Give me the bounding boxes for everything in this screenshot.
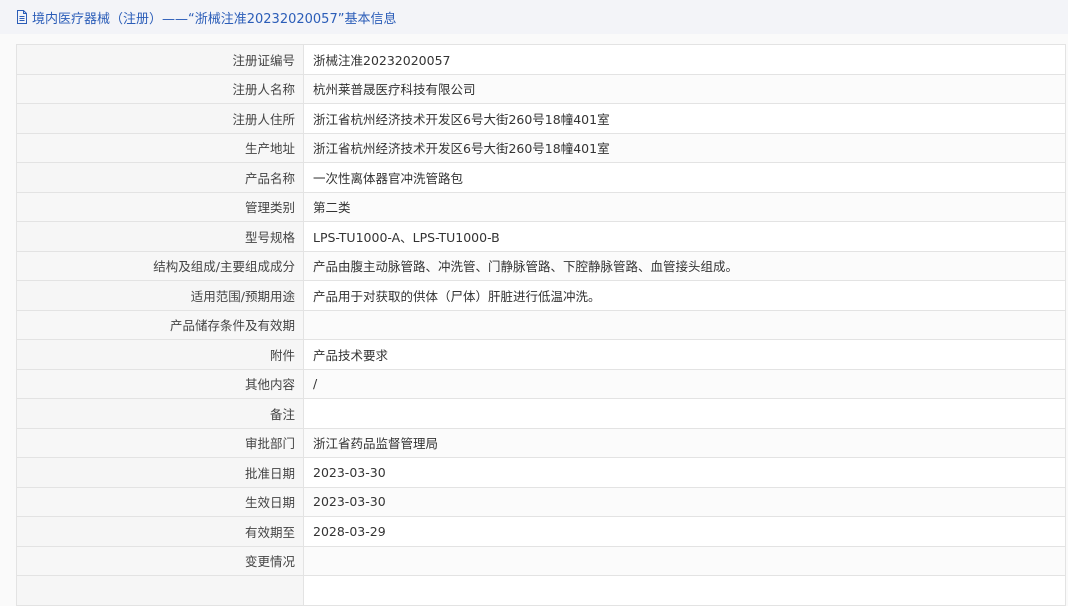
field-label: 注册人名称 — [16, 73, 304, 104]
field-value: 浙江省杭州经济技术开发区6号大街260号18幢401室 — [303, 132, 1066, 163]
field-label: 型号规格 — [16, 221, 304, 252]
field-value: 一次性离体器官冲洗管路包 — [303, 162, 1066, 193]
table-row: 生效日期 2023-03-30 — [16, 486, 1066, 517]
field-value: 产品用于对获取的供体（尸体）肝脏进行低温冲洗。 — [303, 280, 1066, 311]
table-row: 生产地址 浙江省杭州经济技术开发区6号大街260号18幢401室 — [16, 132, 1066, 163]
field-value: 杭州莱普晟医疗科技有限公司 — [303, 73, 1066, 104]
table-row: 注册人住所 浙江省杭州经济技术开发区6号大街260号18幢401室 — [16, 103, 1066, 134]
table-row: 型号规格 LPS-TU1000-A、LPS-TU1000-B — [16, 221, 1066, 252]
field-label: 生产地址 — [16, 132, 304, 163]
field-value — [303, 575, 1066, 606]
field-label: 管理类别 — [16, 191, 304, 222]
field-value — [303, 398, 1066, 429]
field-label — [16, 575, 304, 606]
table-row: 备注 — [16, 398, 1066, 429]
field-value: 2023-03-30 — [303, 486, 1066, 517]
field-label: 有效期至 — [16, 516, 304, 547]
table-row: 审批部门 浙江省药品监督管理局 — [16, 427, 1066, 458]
table-row: 有效期至 2028-03-29 — [16, 516, 1066, 547]
field-label: 审批部门 — [16, 427, 304, 458]
field-label: 注册证编号 — [16, 44, 304, 75]
table-row: 附件 产品技术要求 — [16, 339, 1066, 370]
field-label: 生效日期 — [16, 486, 304, 517]
table-row: 变更情况 — [16, 545, 1066, 576]
field-label: 产品储存条件及有效期 — [16, 309, 304, 340]
field-label: 注册人住所 — [16, 103, 304, 134]
table-row: 其他内容 / — [16, 368, 1066, 399]
field-label: 附件 — [16, 339, 304, 370]
field-value: LPS-TU1000-A、LPS-TU1000-B — [303, 221, 1066, 252]
page-title: 境内医疗器械（注册）——“浙械注准20232020057”基本信息 — [32, 11, 397, 27]
table-row: 批准日期 2023-03-30 — [16, 457, 1066, 488]
field-value: / — [303, 368, 1066, 399]
field-value: 浙江省杭州经济技术开发区6号大街260号18幢401室 — [303, 103, 1066, 134]
field-label: 其他内容 — [16, 368, 304, 399]
table-row: 注册证编号 浙械注准20232020057 — [16, 44, 1066, 75]
table-row: 结构及组成/主要组成成分 产品由腹主动脉管路、冲洗管、门静脉管路、下腔静脉管路、血… — [16, 250, 1066, 281]
page-header: 境内医疗器械（注册）——“浙械注准20232020057”基本信息 — [0, 0, 1068, 34]
table-row: 管理类别 第二类 — [16, 191, 1066, 222]
info-table: 注册证编号 浙械注准20232020057 注册人名称 杭州莱普晟医疗科技有限公司 注册… — [16, 44, 1066, 606]
table-row: 注册人名称 杭州莱普晟医疗科技有限公司 — [16, 73, 1066, 104]
field-value — [303, 309, 1066, 340]
field-value: 浙械注准20232020057 — [303, 44, 1066, 75]
table-row: 产品名称 一次性离体器官冲洗管路包 — [16, 162, 1066, 193]
info-panel: 注册证编号 浙械注准20232020057 注册人名称 杭州莱普晟医疗科技有限公司 注册… — [0, 34, 1068, 606]
field-value: 第二类 — [303, 191, 1066, 222]
table-row: 产品储存条件及有效期 — [16, 309, 1066, 340]
field-label: 变更情况 — [16, 545, 304, 576]
document-icon — [16, 10, 28, 24]
table-row — [16, 575, 1066, 606]
field-value: 2028-03-29 — [303, 516, 1066, 547]
field-value: 产品技术要求 — [303, 339, 1066, 370]
field-value — [303, 545, 1066, 576]
field-value: 浙江省药品监督管理局 — [303, 427, 1066, 458]
field-value: 产品由腹主动脉管路、冲洗管、门静脉管路、下腔静脉管路、血管接头组成。 — [303, 250, 1066, 281]
field-label: 结构及组成/主要组成成分 — [16, 250, 304, 281]
table-row: 适用范围/预期用途 产品用于对获取的供体（尸体）肝脏进行低温冲洗。 — [16, 280, 1066, 311]
field-label: 备注 — [16, 398, 304, 429]
field-value: 2023-03-30 — [303, 457, 1066, 488]
field-label: 产品名称 — [16, 162, 304, 193]
field-label: 批准日期 — [16, 457, 304, 488]
field-label: 适用范围/预期用途 — [16, 280, 304, 311]
